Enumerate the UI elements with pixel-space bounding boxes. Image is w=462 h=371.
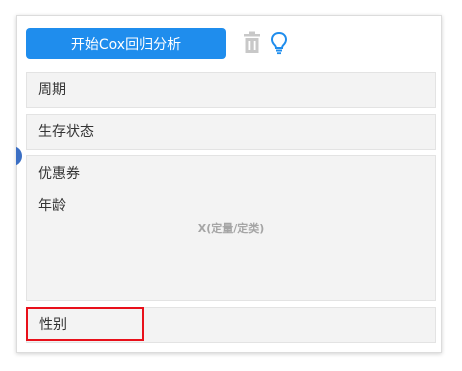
strata-dropzone[interactable]: 性别 (26, 307, 436, 343)
survival-status-label: 生存状态 (38, 124, 94, 140)
x-variable-item[interactable]: 年龄 (38, 196, 66, 216)
trash-icon[interactable] (243, 31, 261, 55)
run-cox-regression-button[interactable]: 开始Cox回归分析 (26, 28, 226, 59)
period-label: 周期 (38, 82, 66, 98)
lightbulb-icon[interactable] (270, 31, 288, 55)
x-variable-item[interactable]: 优惠券 (38, 164, 80, 184)
x-dropzone-hint: X(定量/定类) (197, 222, 265, 235)
x-variables-dropzone[interactable]: 优惠券 年龄 X(定量/定类) (26, 155, 436, 301)
survival-status-dropzone[interactable]: 生存状态 (26, 114, 436, 150)
strata-variable-item[interactable]: 性别 (26, 307, 144, 341)
period-dropzone[interactable]: 周期 (26, 72, 436, 108)
